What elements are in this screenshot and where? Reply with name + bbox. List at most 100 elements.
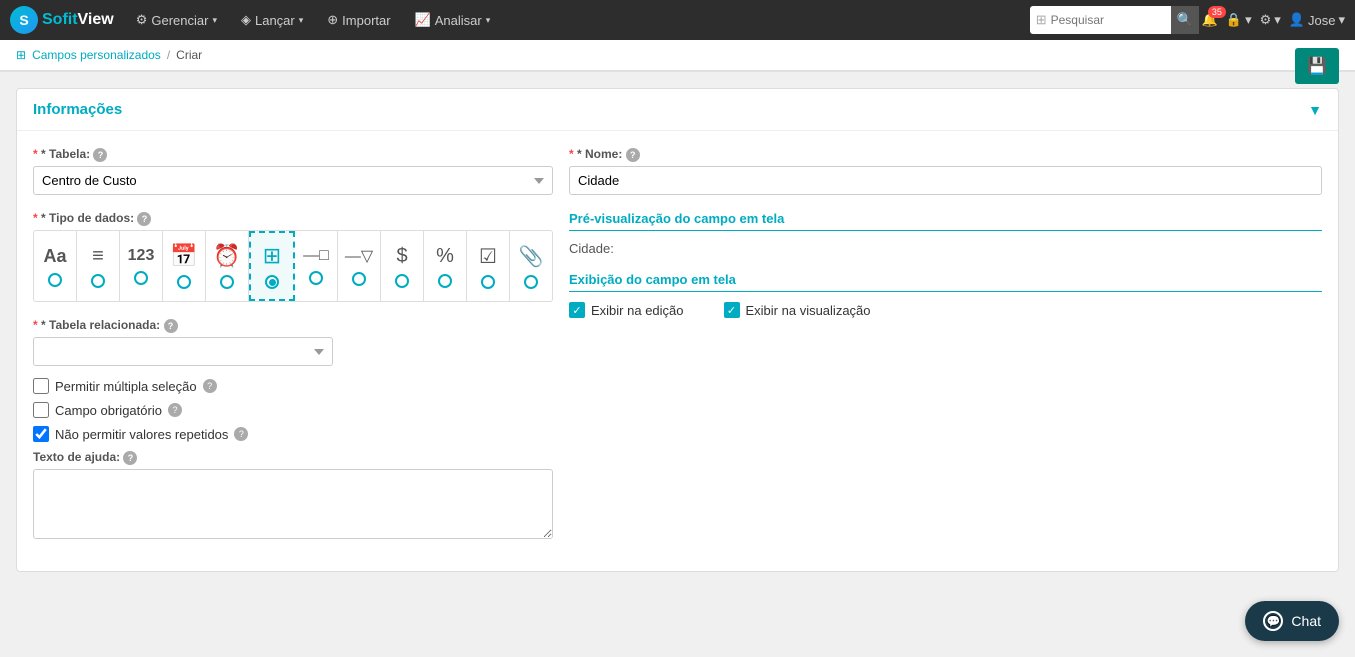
tabela-label: * * Tabela: ? <box>33 147 553 162</box>
number-radio[interactable] <box>134 271 148 285</box>
tabela-rel-label: * * Tabela relacionada: ? <box>33 318 553 333</box>
display-visualizacao: ✓ Exibir na visualização <box>724 302 871 318</box>
lookup-icon: —□ <box>303 247 329 265</box>
relation-icon: ⊞ <box>263 243 281 269</box>
breadcrumb-current: Criar <box>176 48 202 62</box>
preview-section: Pré-visualização do campo em tela Cidade… <box>569 211 1322 256</box>
select-icon: —▽ <box>345 246 373 266</box>
form-card: Informações ▼ * * Tabela: ? Centro de Cu… <box>16 88 1339 572</box>
permitir-multipla-help[interactable]: ? <box>203 379 217 393</box>
tabela-select[interactable]: Centro de CustoOutro <box>33 166 553 195</box>
attachment-radio[interactable] <box>524 275 538 289</box>
form-row-1: * * Tabela: ? Centro de CustoOutro * * T… <box>33 147 1322 539</box>
user-icon: 👤 <box>1289 12 1305 28</box>
tabela-help-icon[interactable]: ? <box>93 148 107 162</box>
user-caret: ▾ <box>1338 12 1345 28</box>
datatype-percent[interactable]: % <box>424 231 467 301</box>
text-icon: Aa <box>43 246 66 267</box>
texto-ajuda-textarea[interactable] <box>33 469 553 539</box>
campo-obrigatorio-help[interactable]: ? <box>168 403 182 417</box>
text-radio[interactable] <box>48 273 62 287</box>
breadcrumb: ⊞ Campos personalizados / Criar <box>0 40 1355 71</box>
lookup-radio[interactable] <box>309 271 323 285</box>
analisar-icon: 📈 <box>415 12 431 28</box>
logo[interactable]: S SofitView <box>10 6 114 34</box>
datatype-date[interactable]: 📅 <box>163 231 206 301</box>
textarea-radio[interactable] <box>91 274 105 288</box>
nav-lancar[interactable]: ◈ Lançar ▾ <box>231 0 313 40</box>
texto-ajuda-label: Texto de ajuda: ? <box>33 450 553 465</box>
logo-text: SofitView <box>42 11 114 29</box>
tipo-help-icon[interactable]: ? <box>137 212 151 226</box>
topnav-right: 🔔35 🔒▾ ⚙▾ 👤 Jose ▾ <box>1202 12 1345 28</box>
preview-title: Pré-visualização do campo em tela <box>569 211 1322 231</box>
nome-help-icon[interactable]: ? <box>626 148 640 162</box>
visualizacao-checkbox[interactable]: ✓ <box>724 302 740 318</box>
datatype-text[interactable]: Aa <box>34 231 77 301</box>
chat-label: Chat <box>1291 613 1321 629</box>
currency-radio[interactable] <box>395 274 409 288</box>
analisar-caret: ▾ <box>486 15 491 26</box>
currency-icon: $ <box>396 245 407 268</box>
edicao-checkbox[interactable]: ✓ <box>569 302 585 318</box>
left-column: * * Tabela: ? Centro de CustoOutro * * T… <box>33 147 553 539</box>
display-title: Exibição do campo em tela <box>569 272 1322 292</box>
number-icon: 123 <box>128 247 155 265</box>
gerenciar-caret: ▾ <box>212 15 217 26</box>
card-body: * * Tabela: ? Centro de CustoOutro * * T… <box>17 131 1338 571</box>
nao-permitir-checkbox[interactable] <box>33 426 49 442</box>
nome-label: * * Nome: ? <box>569 147 1322 162</box>
datatype-datetime[interactable]: ⏰ <box>206 231 249 301</box>
datatype-currency[interactable]: $ <box>381 231 424 301</box>
tabela-rel-select[interactable] <box>33 337 333 366</box>
datatype-select[interactable]: —▽ <box>338 231 381 301</box>
nao-permitir-row: Não permitir valores repetidos ? <box>33 426 553 442</box>
nav-analisar[interactable]: 📈 Analisar ▾ <box>405 0 501 40</box>
gerenciar-icon: ⚙ <box>136 12 148 28</box>
search-input[interactable] <box>1051 13 1171 27</box>
user-menu[interactable]: 👤 Jose ▾ <box>1289 12 1345 28</box>
topnav: S SofitView ⚙ Gerenciar ▾ ◈ Lançar ▾ ⊕ I… <box>0 0 1355 40</box>
datatype-lookup[interactable]: —□ <box>295 231 338 301</box>
edicao-label: Exibir na edição <box>591 303 684 318</box>
lock-button[interactable]: 🔒▾ <box>1226 12 1252 28</box>
collapse-icon[interactable]: ▼ <box>1308 102 1322 118</box>
chat-button[interactable]: 💬 Chat <box>1245 601 1339 641</box>
lancar-caret: ▾ <box>299 15 304 26</box>
percent-radio[interactable] <box>438 274 452 288</box>
datetime-radio[interactable] <box>220 275 234 289</box>
tabela-rel-help-icon[interactable]: ? <box>164 319 178 333</box>
permitir-multipla-row: Permitir múltipla seleção ? <box>33 378 553 394</box>
visualizacao-label: Exibir na visualização <box>746 303 871 318</box>
select-radio[interactable] <box>352 272 366 286</box>
nome-input[interactable] <box>569 166 1322 195</box>
texto-ajuda-help[interactable]: ? <box>123 451 137 465</box>
card-header: Informações ▼ <box>17 89 1338 131</box>
nav-importar[interactable]: ⊕ Importar <box>317 0 400 40</box>
percent-icon: % <box>436 245 454 268</box>
checkbox-radio[interactable] <box>481 275 495 289</box>
datatype-textarea[interactable]: ≡ <box>77 231 120 301</box>
settings-caret: ▾ <box>1274 12 1281 28</box>
attachment-icon: 📎 <box>519 244 544 269</box>
datatype-checkbox[interactable]: ☑ <box>467 231 510 301</box>
notification-button[interactable]: 🔔35 <box>1202 12 1218 28</box>
checkbox-icon: ☑ <box>479 244 497 269</box>
datatype-relation[interactable]: ⊞ <box>249 231 295 301</box>
datatype-number[interactable]: 123 <box>120 231 163 301</box>
textarea-icon: ≡ <box>92 245 104 268</box>
breadcrumb-separator: / <box>167 48 170 62</box>
permitir-multipla-checkbox[interactable] <box>33 378 49 394</box>
campo-obrigatorio-checkbox[interactable] <box>33 402 49 418</box>
datatype-attachment[interactable]: 📎 <box>510 231 552 301</box>
nav-gerenciar[interactable]: ⚙ Gerenciar ▾ <box>126 0 227 40</box>
nao-permitir-help[interactable]: ? <box>234 427 248 441</box>
breadcrumb-parent-link[interactable]: Campos personalizados <box>32 48 161 62</box>
settings-button[interactable]: ⚙▾ <box>1260 12 1281 28</box>
search-button[interactable]: 🔍 <box>1171 6 1200 34</box>
relation-radio[interactable] <box>265 275 279 289</box>
page-content: Informações ▼ * * Tabela: ? Centro de Cu… <box>0 72 1355 588</box>
campo-obrigatorio-row: Campo obrigatório ? <box>33 402 553 418</box>
display-edicao: ✓ Exibir na edição <box>569 302 684 318</box>
date-radio[interactable] <box>177 275 191 289</box>
